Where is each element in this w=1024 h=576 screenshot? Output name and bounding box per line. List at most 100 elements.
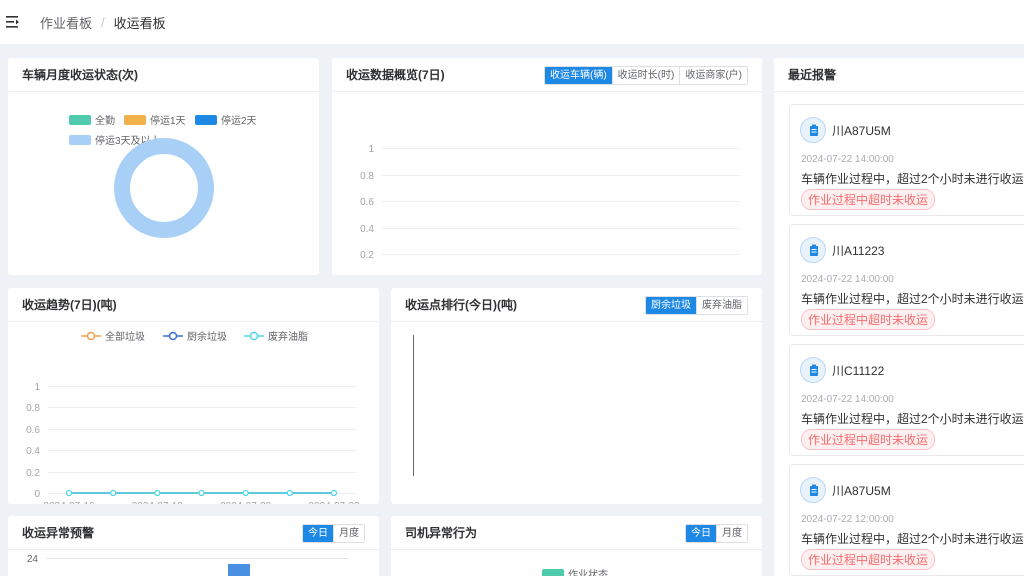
alarm-time: 2024-07-22 14:00:00	[801, 154, 894, 165]
data-point[interactable]	[198, 489, 205, 497]
tab-monthly[interactable]: 月度	[716, 525, 747, 542]
card-title: 收运异常预警	[22, 526, 95, 540]
card-title: 收运点排行(今日)(吨)	[405, 298, 517, 312]
breadcrumb-parent[interactable]: 作业看板	[40, 13, 92, 32]
alarm-tag: 作业过程中超时未收运	[801, 549, 936, 570]
driver-card: 司机异常行为 今日 月度 作业状态	[391, 516, 762, 576]
trend-card: 收运趋势(7日)(吨) 全部垃圾 厨余垃圾 废弃油脂 1 0.8 0.6 0.4 0.2…	[8, 288, 379, 504]
alarm-time: 2024-07-22 14:00:00	[801, 394, 894, 405]
data-point[interactable]	[65, 489, 73, 497]
legend-label[interactable]: 厨余垃圾	[187, 330, 227, 343]
data-point[interactable]	[154, 489, 161, 497]
alarm-item[interactable]: 川C11122 2024-07-22 14:00:00 车辆作业过程中，超过2个…	[789, 344, 1024, 456]
clipboard-icon	[800, 117, 826, 143]
card-title: 司机异常行为	[405, 526, 478, 540]
donut-ring[interactable]	[114, 138, 214, 238]
ranking-card: 收运点排行(今日)(吨) 厨余垃圾 废弃油脂	[391, 288, 762, 504]
alarm-tag: 作业过程中超时未收运	[801, 189, 936, 210]
card-title: 收运数据概览(7日)	[346, 68, 445, 82]
legend-marker-all[interactable]	[86, 331, 96, 341]
breadcrumb-separator: /	[101, 14, 105, 30]
x-tick-label: 2024-07-18	[132, 501, 184, 504]
legend-swatch-stop2[interactable]	[195, 115, 217, 125]
tab-vehicles[interactable]: 收运车辆(辆)	[544, 67, 612, 84]
tab-monthly[interactable]: 月度	[333, 525, 364, 542]
legend-label[interactable]: 作业状态	[568, 568, 608, 576]
driver-chart: 作业状态	[542, 568, 608, 576]
y-tick-label: 0	[34, 489, 40, 500]
data-point[interactable]	[286, 489, 293, 497]
legend-swatch-work-status[interactable]	[542, 569, 564, 576]
x-tick-label: 2024-07-22	[308, 501, 360, 504]
clipboard-icon	[800, 357, 826, 383]
alarm-tag: 作业过程中超时未收运	[801, 309, 936, 330]
breadcrumb-current: 收运看板	[113, 15, 166, 31]
legend-swatch-stop3[interactable]	[69, 135, 91, 145]
overview-card: 收运数据概览(7日) 收运车辆(辆) 收运时长(时) 收运商家(户) 1 0.8 0…	[332, 58, 762, 275]
top-bar: 作业看板 / 收运看板	[0, 0, 1024, 44]
tab-merchants[interactable]: 收运商家(户)	[679, 67, 747, 84]
tab-kitchen-waste[interactable]: 厨余垃圾	[646, 297, 696, 314]
legend-label[interactable]: 全部垃圾	[105, 330, 145, 343]
breadcrumb: 作业看板 / 收运看板	[40, 13, 166, 32]
ranking-tabs: 厨余垃圾 废弃油脂	[645, 296, 748, 315]
ranking-chart	[413, 335, 414, 476]
alarm-time: 2024-07-22 12:00:00	[801, 514, 894, 525]
alarm-time: 2024-07-22 14:00:00	[801, 274, 894, 285]
anomaly-chart: 24	[27, 554, 348, 576]
card-title: 最近报警	[788, 68, 837, 82]
y-tick-label: 0.6	[26, 425, 40, 436]
legend-marker-kitchen[interactable]	[168, 331, 178, 341]
alarm-message: 车辆作业过程中，超过2个小时未进行收运	[801, 172, 1024, 186]
alarm-item[interactable]: 川A11223 2024-07-22 14:00:00 车辆作业过程中，超过2个…	[789, 224, 1024, 336]
legend-swatch-stop1[interactable]	[124, 115, 146, 125]
alarm-tag: 作业过程中超时未收运	[801, 429, 936, 450]
vehicle-status-card: 车辆月度收运状态(次) 全勤 停运1天 停运2天 停运3天及以上	[8, 58, 319, 275]
y-tick-label: 0.6	[360, 197, 374, 208]
data-point[interactable]	[110, 489, 117, 497]
tab-today[interactable]: 今日	[303, 525, 333, 542]
trend-chart: 全部垃圾 厨余垃圾 废弃油脂 1 0.8 0.6 0.4 0.2 02024-07-16 2…	[26, 330, 360, 504]
legend-label[interactable]: 停运1天	[150, 114, 186, 127]
alarm-message: 车辆作业过程中，超过2个小时未进行收运	[801, 532, 1024, 546]
legend-label[interactable]: 停运2天	[221, 114, 257, 127]
legend-swatch-full[interactable]	[69, 115, 91, 125]
alarm-plate: 川A87U5M	[832, 484, 891, 498]
x-tick-label: 2024-07-20	[220, 501, 272, 504]
data-point[interactable]	[242, 489, 249, 497]
y-tick-label: 1	[368, 144, 374, 155]
y-tick-label: 0.4	[26, 446, 40, 457]
menu-fold-icon[interactable]	[6, 16, 20, 28]
tab-waste-oil[interactable]: 废弃油脂	[696, 297, 747, 314]
y-tick-label: 0.4	[360, 224, 374, 235]
alarm-message: 车辆作业过程中，超过2个小时未进行收运	[801, 412, 1024, 426]
card-title: 收运趋势(7日)(吨)	[22, 298, 117, 312]
anomaly-tabs: 今日 月度	[302, 524, 365, 543]
vehicle-status-chart: 全勤 停运1天 停运2天 停运3天及以上	[69, 114, 257, 238]
y-tick-label: 24	[27, 554, 39, 565]
y-tick-label: 0.2	[26, 468, 40, 479]
legend: 全部垃圾 厨余垃圾 废弃油脂	[81, 330, 308, 343]
y-tick-label: 0.2	[360, 250, 374, 261]
alarm-item[interactable]: 川A87U5M 2024-07-22 12:00:00 车辆作业过程中，超过2个…	[789, 464, 1024, 576]
clipboard-icon	[800, 477, 826, 503]
alarm-item[interactable]: 川A87U5M 2024-07-22 14:00:00 车辆作业过程中，超过2个…	[789, 104, 1024, 216]
legend-label[interactable]: 废弃油脂	[268, 330, 308, 343]
alarms-card: 最近报警 川A87U5M 2024-07-22 14:00:00 车辆作业过程中…	[774, 58, 1024, 576]
y-tick-label: 0.8	[26, 403, 40, 414]
y-tick-label: 0.8	[360, 171, 374, 182]
data-point[interactable]	[330, 489, 338, 497]
anomaly-bar[interactable]	[228, 564, 250, 576]
card-title: 车辆月度收运状态(次)	[22, 68, 138, 82]
legend-label[interactable]: 全勤	[95, 114, 115, 127]
alarm-message: 车辆作业过程中，超过2个小时未进行收运	[801, 292, 1024, 306]
overview-chart: 10.80.60.40.202024-07-162024-07-182024-0…	[360, 144, 740, 261]
driver-tabs: 今日 月度	[685, 524, 748, 543]
y-tick-label: 1	[34, 382, 40, 393]
overview-tabs: 收运车辆(辆) 收运时长(时) 收运商家(户)	[543, 66, 748, 85]
legend-marker-oil[interactable]	[249, 331, 259, 341]
tab-duration[interactable]: 收运时长(时)	[611, 67, 680, 84]
x-tick-label: 2024-07-16	[43, 501, 95, 504]
alarm-plate: 川A11223	[832, 244, 885, 258]
tab-today[interactable]: 今日	[686, 525, 716, 542]
